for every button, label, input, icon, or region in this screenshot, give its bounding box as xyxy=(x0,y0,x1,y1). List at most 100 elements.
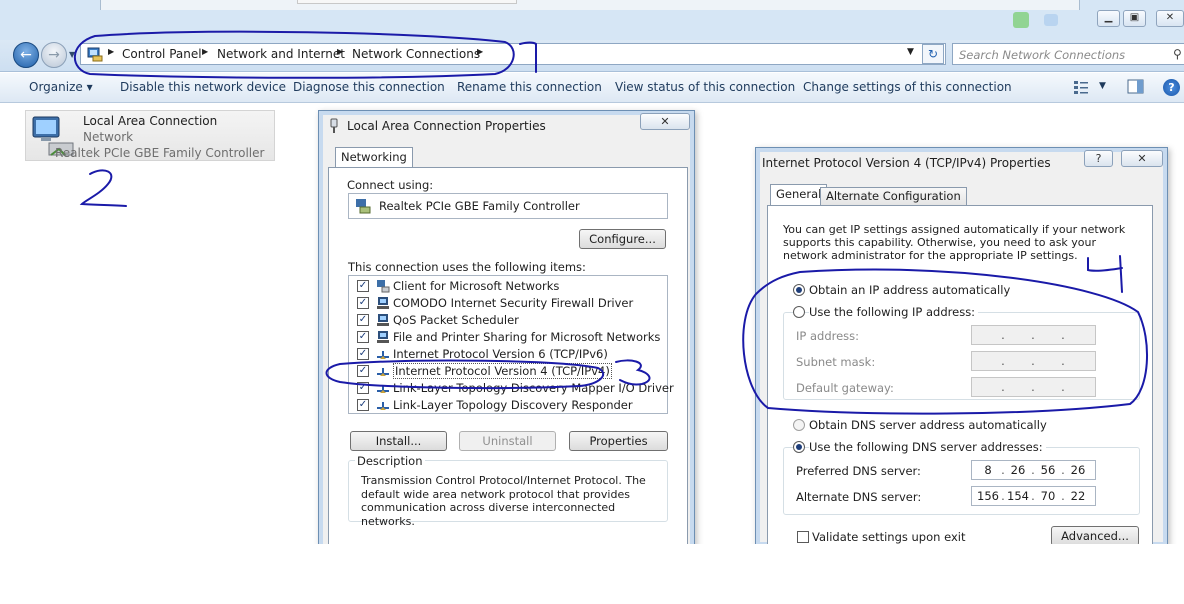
address-history-dropdown-icon[interactable]: ▼ xyxy=(907,47,914,57)
window-title-bar: ▁ ▣ ✕ xyxy=(0,0,1184,40)
list-item[interactable]: ✓ File and Printer Sharing for Microsoft… xyxy=(353,329,663,346)
preview-pane-icon[interactable] xyxy=(1127,79,1145,95)
help-button[interactable]: ? xyxy=(1084,150,1113,167)
change-settings-button[interactable]: Change settings of this connection xyxy=(803,80,1012,94)
back-button[interactable]: ← xyxy=(13,42,39,68)
item-label: Link-Layer Topology Discovery Responder xyxy=(393,398,633,412)
breadcrumb-network-and-internet[interactable]: Network and Internet xyxy=(217,47,345,61)
close-dialog-button[interactable]: ✕ xyxy=(640,113,690,130)
item-checkbox[interactable]: ✓ xyxy=(357,314,369,326)
preferred-dns-field[interactable]: 8 . 26 . 56 . 26 xyxy=(971,460,1096,480)
item-checkbox[interactable]: ✓ xyxy=(357,280,369,292)
dns-octet: 26 xyxy=(1070,463,1086,477)
default-gateway-label: Default gateway: xyxy=(796,381,894,395)
ip-address-field[interactable]: ... xyxy=(971,325,1096,345)
item-label: COMODO Internet Security Firewall Driver xyxy=(393,296,634,310)
breadcrumb-control-panel[interactable]: Control Panel xyxy=(122,47,202,61)
view-status-button[interactable]: View status of this connection xyxy=(615,80,795,94)
breadcrumb-separator-icon[interactable]: ▶ xyxy=(477,47,483,56)
default-gateway-field[interactable]: ... xyxy=(971,377,1096,397)
diagnose-button[interactable]: Diagnose this connection xyxy=(293,80,445,94)
address-bar-row: ← → ▼ ▶ Control Panel ▶ Network and Inte… xyxy=(0,40,1184,72)
obtain-ip-auto-radio[interactable] xyxy=(793,284,805,296)
search-icon[interactable]: ⚲ xyxy=(1173,47,1182,61)
list-item[interactable]: ✓ Client for Microsoft Networks xyxy=(353,278,663,295)
advanced-button[interactable]: Advanced... xyxy=(1051,526,1139,546)
items-label: This connection uses the following items… xyxy=(348,260,586,274)
configure-button[interactable]: Configure... xyxy=(579,229,666,249)
uninstall-button[interactable]: Uninstall xyxy=(459,431,556,451)
rename-button[interactable]: Rename this connection xyxy=(457,80,602,94)
control-panel-icon xyxy=(87,47,103,62)
properties-button[interactable]: Properties xyxy=(569,431,668,451)
item-checkbox[interactable]: ✓ xyxy=(357,348,369,360)
breadcrumb-network-connections[interactable]: Network Connections xyxy=(352,47,480,61)
obtain-dns-auto-label[interactable]: Obtain DNS server address automatically xyxy=(809,418,1047,432)
protocol-icon xyxy=(377,351,389,359)
use-following-ip-radio[interactable] xyxy=(793,306,805,318)
subnet-mask-label: Subnet mask: xyxy=(796,355,876,369)
list-item-ipv4[interactable]: ✓ Internet Protocol Version 4 (TCP/IPv4) xyxy=(353,363,612,380)
item-checkbox[interactable]: ✓ xyxy=(357,382,369,394)
item-label: Internet Protocol Version 6 (TCP/IPv6) xyxy=(393,347,608,361)
use-following-dns-radio[interactable] xyxy=(793,441,805,453)
validate-label[interactable]: Validate settings upon exit xyxy=(812,530,965,544)
item-label: Client for Microsoft Networks xyxy=(393,279,560,293)
background-window xyxy=(100,0,1080,10)
organize-menu[interactable]: Organize ▾ xyxy=(29,80,93,94)
tab-networking[interactable]: Networking xyxy=(335,147,413,168)
alternate-dns-label: Alternate DNS server: xyxy=(796,490,922,504)
description-text: Transmission Control Protocol/Internet P… xyxy=(361,474,646,528)
item-label: Internet Protocol Version 4 (TCP/IPv4) xyxy=(393,363,612,379)
recent-pages-dropdown-icon[interactable]: ▼ xyxy=(69,50,75,59)
alternate-dns-field[interactable]: 156 . 154 . 70 . 22 xyxy=(971,486,1096,506)
item-checkbox[interactable]: ✓ xyxy=(357,331,369,343)
subnet-mask-field[interactable]: ... xyxy=(971,351,1096,371)
close-dialog-button[interactable]: ✕ xyxy=(1121,150,1163,167)
search-box[interactable]: ⚲ xyxy=(952,43,1184,65)
view-options-icon[interactable] xyxy=(1073,79,1091,95)
preferred-dns-label: Preferred DNS server: xyxy=(796,464,921,478)
bottom-margin xyxy=(0,544,1184,604)
tab-general[interactable]: General xyxy=(770,184,828,205)
list-item[interactable]: ✓ QoS Packet Scheduler xyxy=(353,312,663,329)
minimize-button[interactable]: ▁ xyxy=(1097,10,1120,27)
maximize-button[interactable]: ▣ xyxy=(1123,10,1146,27)
use-following-ip-label[interactable]: Use the following IP address: xyxy=(809,305,979,319)
address-bar[interactable]: ▶ Control Panel ▶ Network and Internet ▶… xyxy=(80,43,946,65)
list-item[interactable]: ✓ Link-Layer Topology Discovery Mapper I… xyxy=(353,380,674,397)
list-item[interactable]: ✓ COMODO Internet Security Firewall Driv… xyxy=(353,295,663,312)
item-checkbox[interactable]: ✓ xyxy=(357,297,369,309)
ipv4-properties-dialog: Internet Protocol Version 4 (TCP/IPv4) P… xyxy=(755,147,1168,548)
networking-tab-panel: Connect using: Realtek PCIe GBE Family C… xyxy=(328,167,688,547)
dns-octet: 22 xyxy=(1070,489,1086,503)
search-input[interactable] xyxy=(959,47,1169,62)
item-label: File and Printer Sharing for Microsoft N… xyxy=(393,330,661,344)
forward-button[interactable]: → xyxy=(41,42,67,68)
help-icon[interactable]: ? xyxy=(1163,79,1180,96)
install-button[interactable]: Install... xyxy=(350,431,447,451)
validate-checkbox[interactable] xyxy=(797,531,809,543)
breadcrumb-separator-icon[interactable]: ▶ xyxy=(108,47,114,56)
dialog-title: Internet Protocol Version 4 (TCP/IPv4) P… xyxy=(762,156,1051,170)
breadcrumb-separator-icon[interactable]: ▶ xyxy=(202,47,208,56)
list-item[interactable]: ✓ Link-Layer Topology Discovery Responde… xyxy=(353,397,663,414)
obtain-dns-auto-radio[interactable] xyxy=(793,419,805,431)
tab-alternate-configuration[interactable]: Alternate Configuration xyxy=(820,187,967,205)
dns-octet: 70 xyxy=(1040,489,1056,503)
dialog-title: Local Area Connection Properties xyxy=(347,119,546,133)
disable-device-button[interactable]: Disable this network device xyxy=(120,80,286,94)
dns-octet: 56 xyxy=(1040,463,1056,477)
command-bar: Organize ▾ Disable this network device D… xyxy=(0,73,1184,103)
local-area-connection-item[interactable]: Local Area Connection Network Realtek PC… xyxy=(25,110,275,161)
view-dropdown-icon[interactable]: ▼ xyxy=(1099,81,1106,91)
list-item[interactable]: ✓ Internet Protocol Version 6 (TCP/IPv6) xyxy=(353,346,663,363)
connection-device: Realtek PCIe GBE Family Controller xyxy=(55,146,265,160)
item-checkbox[interactable]: ✓ xyxy=(357,365,369,377)
refresh-button[interactable]: ↻ xyxy=(922,44,944,64)
item-checkbox[interactable]: ✓ xyxy=(357,399,369,411)
use-following-dns-label[interactable]: Use the following DNS server addresses: xyxy=(809,440,1046,454)
obtain-ip-auto-label[interactable]: Obtain an IP address automatically xyxy=(809,283,1010,297)
breadcrumb-separator-icon[interactable]: ▶ xyxy=(337,47,343,56)
close-window-button[interactable]: ✕ xyxy=(1156,10,1184,27)
